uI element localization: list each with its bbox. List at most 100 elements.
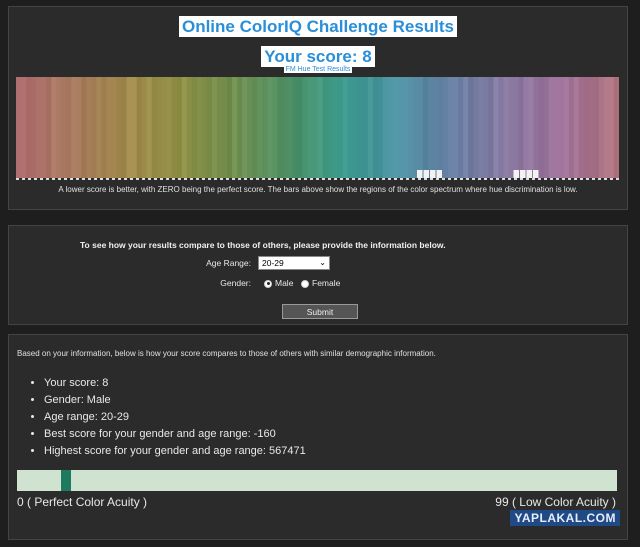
baseline-dash xyxy=(100,178,103,180)
spectrum-band xyxy=(156,77,163,178)
spectrum-band xyxy=(196,77,203,178)
baseline-dash xyxy=(154,178,157,180)
spectrum-band xyxy=(603,77,610,178)
spectrum-band xyxy=(222,77,228,178)
error-block xyxy=(423,170,429,178)
spectrum-band xyxy=(382,77,389,178)
spectrum-band xyxy=(282,77,288,178)
spectrum-band xyxy=(493,77,500,178)
spectrum-band xyxy=(262,77,268,178)
spectrum-band xyxy=(367,77,374,178)
spectrum-band xyxy=(448,77,454,178)
spectrum-band xyxy=(598,77,605,178)
baseline-dash xyxy=(430,178,433,180)
baseline-dash xyxy=(346,178,349,180)
age-range-select[interactable]: 20-29 ⌄ xyxy=(258,256,330,270)
baseline-dash xyxy=(136,178,139,180)
baseline-dash xyxy=(160,178,163,180)
baseline-dash xyxy=(130,178,133,180)
baseline-dash xyxy=(394,178,397,180)
baseline-dash xyxy=(544,178,547,180)
baseline-dash xyxy=(298,178,301,180)
female-label: Female xyxy=(312,278,341,288)
spectrum-band xyxy=(46,77,52,178)
baseline-dash xyxy=(592,178,595,180)
list-item: Best score for your gender and age range… xyxy=(44,426,306,443)
spectrum-band xyxy=(372,77,379,178)
error-block xyxy=(526,170,532,178)
baseline-dash xyxy=(220,178,223,180)
error-block xyxy=(520,170,526,178)
baseline-dash xyxy=(490,178,493,180)
list-item: Highest score for your gender and age ra… xyxy=(44,443,306,460)
spectrum-band xyxy=(453,77,459,178)
spectrum-band xyxy=(558,77,565,178)
acuity-marker xyxy=(60,470,71,491)
baseline-dash xyxy=(502,178,505,180)
spectrum-band xyxy=(217,77,223,178)
spectrum-band xyxy=(553,77,560,178)
list-item: Age range: 20-29 xyxy=(44,409,306,426)
spectrum-band xyxy=(528,77,535,178)
spectrum-band xyxy=(548,77,555,178)
spectrum-band xyxy=(337,77,344,178)
list-item: Your score: 8 xyxy=(44,375,306,392)
radio-checked-icon xyxy=(264,279,272,288)
spectrum-band xyxy=(307,77,314,178)
spectrum-band xyxy=(257,77,263,178)
spectrum-band xyxy=(322,77,329,178)
spectrum-band xyxy=(91,77,98,178)
spectrum-band xyxy=(513,77,520,178)
gender-radio-female[interactable]: Female xyxy=(301,278,340,288)
baseline-dash xyxy=(286,178,289,180)
spectrum-band xyxy=(588,77,595,178)
baseline-dash xyxy=(520,178,523,180)
spectrum-band xyxy=(392,77,399,178)
baseline-dash xyxy=(364,178,367,180)
baseline-dash xyxy=(370,178,373,180)
acuity-max-label: 99 ( Low Color Acuity ) xyxy=(495,495,616,509)
stats-list: Your score: 8 Gender: Male Age range: 20… xyxy=(29,375,306,460)
submit-button[interactable]: Submit xyxy=(282,304,358,319)
baseline-dash xyxy=(328,178,331,180)
baseline-dash xyxy=(508,178,511,180)
spectrum-band xyxy=(191,77,198,178)
baseline-dash xyxy=(232,178,235,180)
spectrum-band xyxy=(232,77,238,178)
chevron-down-icon: ⌄ xyxy=(319,258,326,267)
spectrum-band xyxy=(151,77,158,178)
male-label: Male xyxy=(275,278,294,288)
spectrum-band xyxy=(51,77,57,178)
baseline-dash xyxy=(70,178,73,180)
spectrum-band xyxy=(433,77,439,178)
spectrum-band xyxy=(428,77,434,178)
spectrum-band xyxy=(488,77,494,178)
baseline-dash xyxy=(340,178,343,180)
error-block xyxy=(417,170,423,178)
baseline-dash xyxy=(124,178,127,180)
baseline-dash xyxy=(496,178,499,180)
spectrum-band xyxy=(201,77,208,178)
age-range-value: 20-29 xyxy=(262,258,284,268)
spectrum-band xyxy=(101,77,108,178)
fm-hue-test-link[interactable]: FM Hue Test Results xyxy=(9,66,627,73)
spectrum-band xyxy=(176,77,183,178)
spectrum-band xyxy=(418,77,424,178)
spectrum-band xyxy=(26,77,32,178)
spectrum-band xyxy=(613,77,619,178)
spectrum-band xyxy=(357,77,364,178)
spectrum-band xyxy=(362,77,369,178)
baseline-dash xyxy=(322,178,325,180)
spectrum-band xyxy=(76,77,82,178)
acuity-min-label: 0 ( Perfect Color Acuity ) xyxy=(17,495,148,509)
spectrum-band xyxy=(463,77,469,178)
spectrum-band xyxy=(332,77,339,178)
acuity-bar xyxy=(17,470,617,491)
baseline-dash xyxy=(292,178,295,180)
spectrum-band xyxy=(402,77,409,178)
gender-radio-male[interactable]: Male xyxy=(264,278,293,288)
baseline-dash xyxy=(244,178,247,180)
comparison-intro: Based on your information, below is how … xyxy=(17,349,436,358)
baseline-dash xyxy=(250,178,253,180)
baseline-dash xyxy=(262,178,265,180)
